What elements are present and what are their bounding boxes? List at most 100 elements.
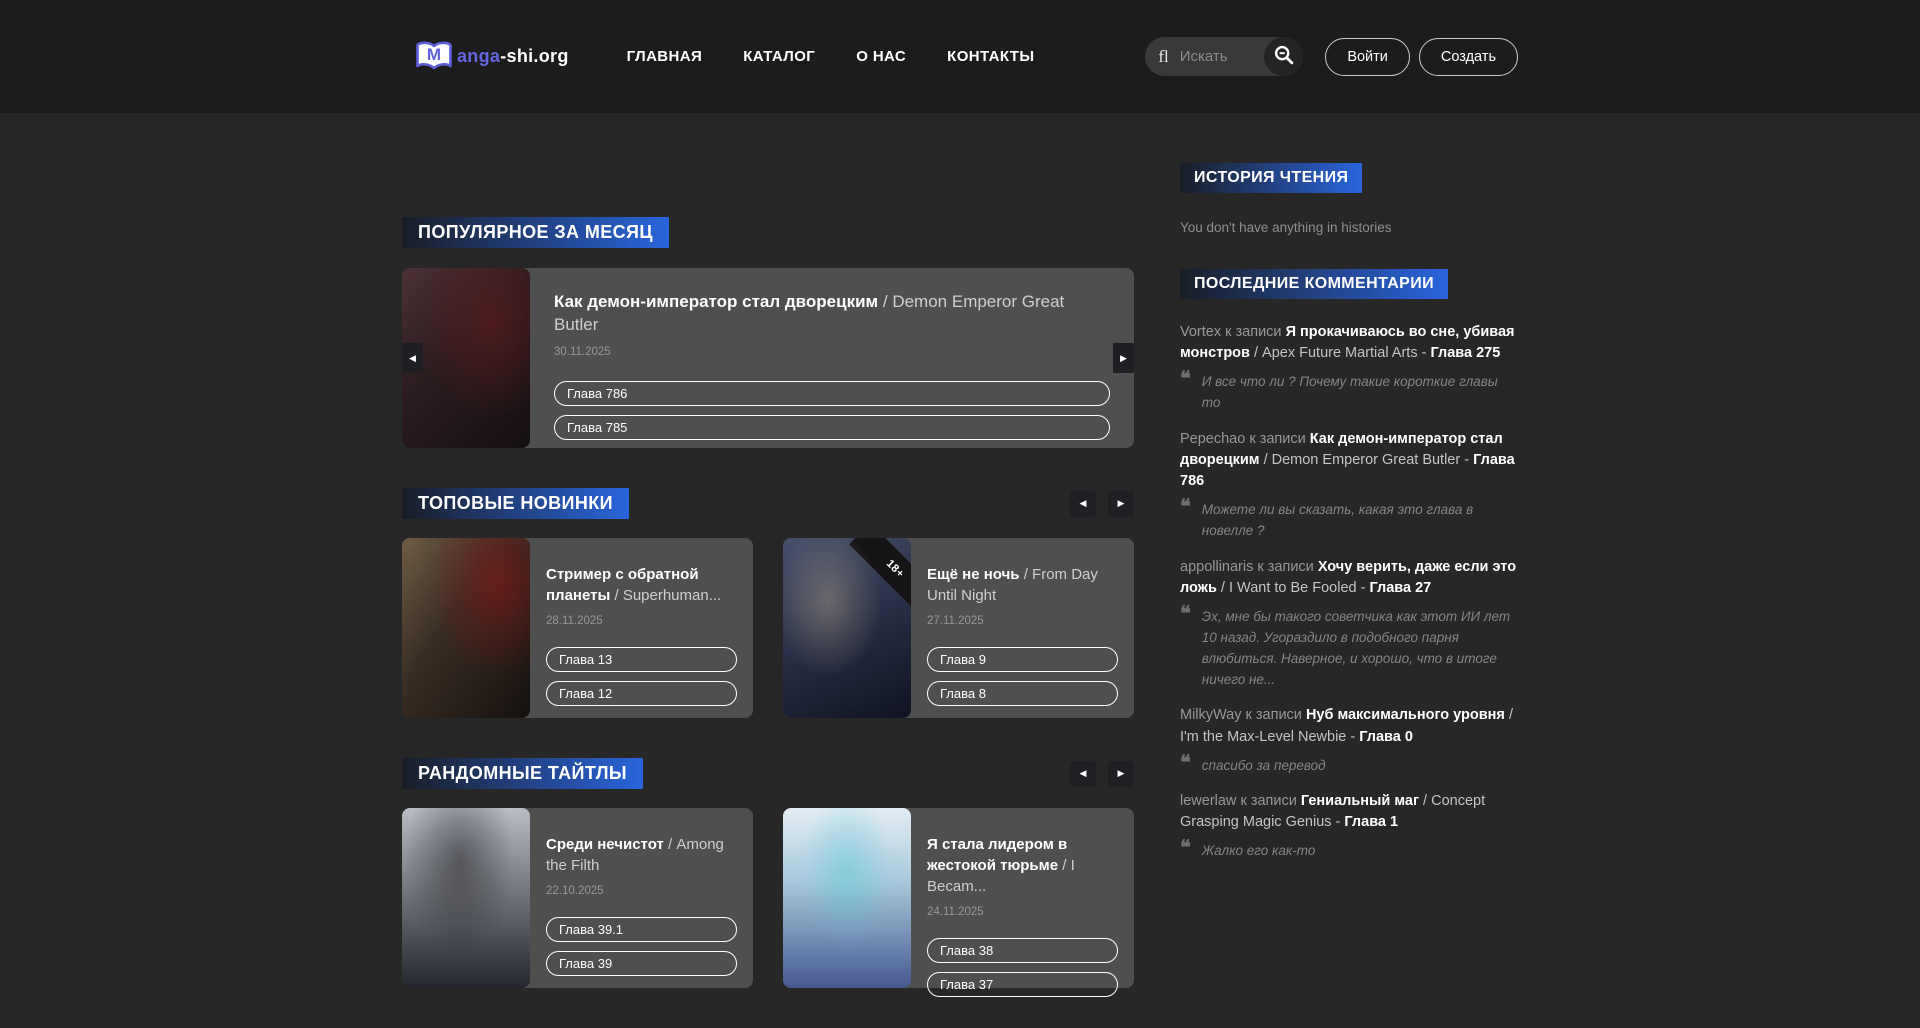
comment-manga-link[interactable]: Нуб максимального уровня [1306, 707, 1505, 723]
register-button[interactable]: Создать [1419, 38, 1518, 76]
chapter-link[interactable]: Глава 8 [927, 681, 1118, 706]
comment-quote-text: спасибо за перевод [1202, 753, 1326, 777]
comment-manga-link-en[interactable]: Apex Future Martial Arts [1262, 345, 1418, 361]
comment-action-label: к записи [1246, 707, 1302, 723]
release-date: 24.11.2025 [927, 906, 1118, 918]
comment-author: lewerlaw [1180, 793, 1236, 809]
chapter-link[interactable]: Глава 786 [554, 381, 1110, 406]
manga-cover[interactable] [402, 538, 530, 718]
manga-title[interactable]: Стример с обратной планеты / Superhuman.… [546, 564, 737, 606]
manga-title[interactable]: Как демон-император стал дворецким / Dem… [554, 291, 1110, 337]
release-date: 30.11.2025 [554, 346, 1110, 358]
search-input[interactable] [1178, 47, 1244, 66]
manga-card: Стример с обратной планеты / Superhuman.… [402, 538, 753, 718]
quote-icon: ❝ [1180, 369, 1191, 414]
comment-manga-link[interactable]: Гениальный маг [1301, 793, 1419, 809]
chapter-link[interactable]: Глава 37 [927, 972, 1118, 997]
slider-prev-button[interactable]: ◀ [402, 343, 423, 373]
manga-cover[interactable]: 18+ [783, 538, 911, 718]
manga-title[interactable]: Я стала лидером в жестокой тюрьме / I Be… [927, 834, 1118, 897]
comment-author: Pepechao [1180, 431, 1245, 447]
quote-icon: ❝ [1180, 838, 1191, 862]
main-content: ПОПУЛЯРНОЕ ЗА МЕСЯЦ ◀ ▶ Как демон-импера… [402, 113, 1518, 1028]
open-book-icon: M [414, 41, 454, 73]
nav-item-about[interactable]: О НАС [856, 48, 906, 65]
comment-item: Pepechao к записи Как демон-император ст… [1180, 429, 1518, 542]
chevron-left-icon: ◀ [409, 353, 416, 364]
comment-manga-link-en[interactable]: Demon Emperor Great Butler [1272, 452, 1461, 468]
comment-author: appollinaris [1180, 559, 1253, 575]
quote-icon: ❝ [1180, 604, 1191, 691]
comment-manga-link-en[interactable]: I Want to Be Fooled [1229, 580, 1357, 596]
comment-action-label: к записи [1257, 559, 1313, 575]
section-title-random: РАНДОМНЫЕ ТАЙТЛЫ [402, 758, 643, 789]
comment-action-label: к записи [1240, 793, 1296, 809]
comment-chapter-link[interactable]: Глава 27 [1370, 580, 1432, 596]
comment-quote-text: Жалко его как-то [1202, 838, 1316, 862]
content-column: ПОПУЛЯРНОЕ ЗА МЕСЯЦ ◀ ▶ Как демон-импера… [402, 163, 1134, 1028]
chevron-right-icon: ▶ [1120, 353, 1127, 364]
popular-slider: ◀ ▶ Как демон-император стал дворецким /… [402, 268, 1134, 448]
site-logo[interactable]: M anga-shi.org [414, 41, 569, 73]
comment-chapter-link[interactable]: Глава 1 [1344, 814, 1398, 830]
comment-item: lewerlaw к записи Гениальный маг / Conce… [1180, 791, 1518, 862]
release-date: 28.11.2025 [546, 615, 737, 627]
chapter-link[interactable]: Глава 39.1 [546, 917, 737, 942]
chapter-link[interactable]: Глава 9 [927, 647, 1118, 672]
search-prefix-glyph: fl [1158, 47, 1168, 67]
sidebar-title-comments: ПОСЛЕДНИЕ КОММЕНТАРИИ [1180, 269, 1448, 299]
quote-icon: ❝ [1180, 753, 1191, 777]
comment-item: appollinaris к записи Хочу верить, даже … [1180, 557, 1518, 691]
manga-card: Я стала лидером в жестокой тюрьме / I Be… [783, 808, 1134, 988]
chevron-right-icon: ▶ [1118, 768, 1125, 779]
chevron-left-icon: ◀ [1080, 768, 1087, 779]
comment-action-label: к записи [1225, 324, 1281, 340]
history-empty-text: You don't have anything in histories [1180, 220, 1518, 235]
chapter-link[interactable]: Глава 785 [554, 415, 1110, 440]
nav-item-home[interactable]: ГЛАВНАЯ [627, 48, 703, 65]
comment-chapter-link[interactable]: Глава 0 [1359, 729, 1413, 745]
chapter-link[interactable]: Глава 13 [546, 647, 737, 672]
comment-author: MilkyWay [1180, 707, 1241, 723]
comments-list: Vortex к записи Я прокачиваюсь во сне, у… [1180, 322, 1518, 862]
logo-letter-m: M [427, 45, 441, 65]
manga-cover[interactable] [402, 808, 530, 988]
slider-next-button[interactable]: ▶ [1113, 343, 1134, 373]
slider-prev-button[interactable]: ◀ [1070, 761, 1096, 787]
manga-card: Как демон-император стал дворецким / Dem… [402, 268, 1134, 448]
chevron-right-icon: ▶ [1118, 498, 1125, 509]
comment-quote-text: И все что ли ? Почему такие короткие гла… [1202, 369, 1518, 414]
manga-card: Среди нечистот / Among the Filth 22.10.2… [402, 808, 753, 988]
comment-quote-text: Можете ли вы сказать, какая это глава в … [1202, 497, 1518, 542]
slider-prev-button[interactable]: ◀ [1070, 491, 1096, 517]
release-date: 22.10.2025 [546, 885, 737, 897]
nav-item-contacts[interactable]: КОНТАКТЫ [947, 48, 1034, 65]
login-button[interactable]: Войти [1325, 38, 1410, 76]
chapter-link[interactable]: Глава 39 [546, 951, 737, 976]
section-top-new: ТОПОВЫЕ НОВИНКИ ◀ ▶ Стример с обратной п… [402, 488, 1134, 718]
search-icon [1273, 44, 1295, 69]
search-box: fl [1145, 37, 1303, 76]
chevron-left-icon: ◀ [1080, 498, 1087, 509]
site-header: M anga-shi.org ГЛАВНАЯ КАТАЛОГ О НАС КОН… [0, 0, 1920, 113]
slider-next-button[interactable]: ▶ [1108, 491, 1134, 517]
manga-title[interactable]: Ещё не ночь / From Day Until Night [927, 564, 1118, 606]
release-date: 27.11.2025 [927, 615, 1118, 627]
manga-cover[interactable] [783, 808, 911, 988]
chapter-link[interactable]: Глава 12 [546, 681, 737, 706]
section-title-popular: ПОПУЛЯРНОЕ ЗА МЕСЯЦ [402, 217, 669, 248]
sidebar: ИСТОРИЯ ЧТЕНИЯ You don't have anything i… [1180, 163, 1518, 1028]
comment-manga-link-en[interactable]: I'm the Max-Level Newbie [1180, 729, 1346, 745]
search-button[interactable] [1264, 37, 1303, 76]
section-title-top-new: ТОПОВЫЕ НОВИНКИ [402, 488, 629, 519]
comment-chapter-link[interactable]: Глава 275 [1430, 345, 1500, 361]
comment-quote-text: Эх, мне бы такого советчика как этот ИИ … [1202, 604, 1518, 691]
nav-item-catalog[interactable]: КАТАЛОГ [743, 48, 815, 65]
manga-title[interactable]: Среди нечистот / Among the Filth [546, 834, 737, 876]
section-random: РАНДОМНЫЕ ТАЙТЛЫ ◀ ▶ Среди нечистот / Am… [402, 758, 1134, 988]
slider-next-button[interactable]: ▶ [1108, 761, 1134, 787]
main-nav: ГЛАВНАЯ КАТАЛОГ О НАС КОНТАКТЫ [627, 48, 1035, 65]
age-rating-badge: 18+ [849, 538, 911, 615]
chapter-link[interactable]: Глава 38 [927, 938, 1118, 963]
comment-author: Vortex [1180, 324, 1221, 340]
